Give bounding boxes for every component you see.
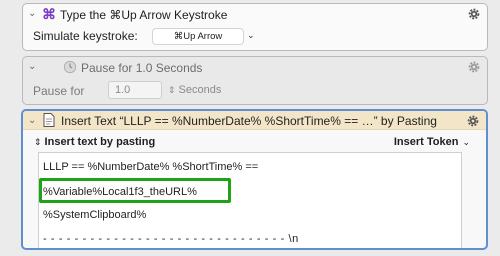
collapse-chevron-icon[interactable]: ⌄ [28,62,38,72]
collapse-chevron-icon[interactable]: ⌄ [28,116,38,126]
chevron-down-icon: ⌄ [462,137,470,147]
collapse-chevron-icon[interactable]: ⌄ [28,9,38,19]
action-header[interactable]: ⌄ Pause for 1.0 Seconds [23,57,487,79]
gear-icon[interactable] [467,7,481,21]
action-header[interactable]: ⌄ ⌘ Type the ⌘Up Arrow Keystroke [23,4,487,26]
gear-icon[interactable] [467,60,481,74]
gear-icon[interactable] [466,114,480,128]
annotation-highlight-box [39,178,231,203]
insert-token-label: Insert Token [393,136,459,148]
action-title: Insert Text “LLLP == %NumberDate% %Short… [61,114,437,128]
action-title: Pause for 1.0 Seconds [81,61,203,75]
pause-duration-input[interactable]: 1.0 [108,81,162,99]
command-icon: ⌘ [42,6,56,22]
insert-mode-selector[interactable]: ⇕ Insert text by pasting [34,136,155,148]
pause-for-label: Pause for [33,84,85,98]
up-down-chevron-icon: ⇕ [34,137,42,147]
unit-selector[interactable]: ⇕ Seconds [168,84,221,96]
text-line: LLLP == %NumberDate% %ShortTime% == [43,161,259,173]
insert-token-menu[interactable]: Insert Token ⌄ [394,136,470,148]
action-type-keystroke[interactable]: ⌄ ⌘ Type the ⌘Up Arrow Keystroke Simulat… [22,3,488,51]
action-header[interactable]: ⌄ Insert Text “LLLP == %NumberDate% %Sho… [23,111,486,130]
text-line: - - - - - - - - - - - - - - - - - - - - … [43,233,299,245]
document-icon [43,113,55,127]
insert-mode-label: Insert text by pasting [44,136,156,148]
keystroke-field[interactable]: ⌘Up Arrow [152,28,244,45]
text-line: %SystemClipboard% [43,209,147,221]
text-to-insert-field[interactable]: LLLP == %NumberDate% %ShortTime% == %Var… [38,152,462,248]
unit-label: Seconds [178,84,222,96]
action-title: Type the ⌘Up Arrow Keystroke [60,8,228,22]
clock-icon [63,60,77,74]
action-pause[interactable]: ⌄ Pause for 1.0 Seconds Pause for 1.0 ⇕ S… [22,56,488,105]
scrollbar[interactable] [451,153,461,248]
simulate-keystroke-label: Simulate keystroke: [33,29,138,43]
action-insert-text[interactable]: ⌄ Insert Text “LLLP == %NumberDate% %Sho… [21,109,488,250]
up-down-chevron-icon: ⇕ [168,85,176,95]
chevron-down-icon[interactable]: ⌄ [247,30,255,41]
